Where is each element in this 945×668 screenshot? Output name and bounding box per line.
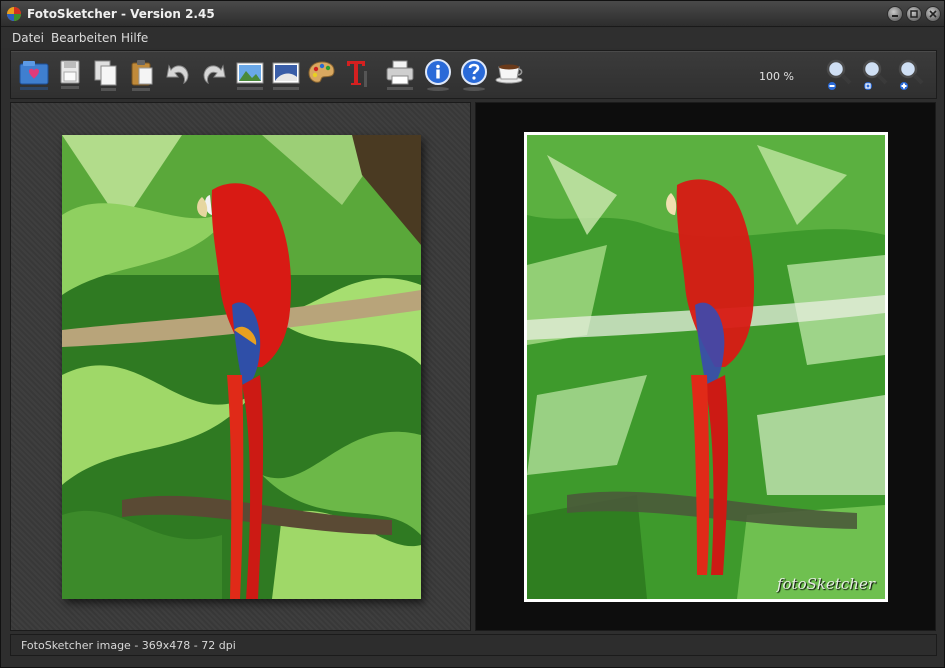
sketch-image-panel[interactable]: fotoSketcher <box>475 102 936 631</box>
undo-icon <box>166 64 189 84</box>
menu-bar: Datei Bearbeiten Hilfe <box>1 28 944 48</box>
save-icon <box>60 60 80 89</box>
maximize-button[interactable] <box>906 6 922 22</box>
sketch-watermark: fotoSketcher <box>776 575 875 593</box>
app-logo-icon <box>6 6 22 22</box>
palette-icon <box>308 61 335 83</box>
zoom-out-button[interactable] <box>823 57 855 93</box>
zoom-level: 100 % <box>759 70 794 83</box>
help-icon <box>461 59 487 91</box>
open-image-icon <box>19 61 49 90</box>
paste-icon <box>131 60 153 91</box>
menu-datei[interactable]: Datei <box>12 31 44 45</box>
zoom-out-icon <box>826 59 852 90</box>
redo-button[interactable] <box>198 57 230 93</box>
donate-button[interactable] <box>494 57 526 93</box>
minimize-button[interactable] <box>887 6 903 22</box>
menu-hilfe[interactable]: Hilfe <box>121 31 148 45</box>
sketch-image-button[interactable] <box>270 57 302 93</box>
close-button[interactable] <box>925 6 941 22</box>
text-tool-icon <box>347 61 367 87</box>
toolbar: 100 % <box>10 50 937 99</box>
status-text: FotoSketcher image - 369x478 - 72 dpi <box>21 639 236 652</box>
copy-button[interactable] <box>90 57 122 93</box>
sketch-photo-frame: fotoSketcher <box>524 132 888 602</box>
original-image-button[interactable] <box>234 57 266 93</box>
redo-icon <box>203 64 226 84</box>
painted-parrot-image <box>527 135 885 599</box>
original-image-panel[interactable] <box>10 102 471 631</box>
undo-button[interactable] <box>162 57 194 93</box>
parrot-photo-image <box>62 135 421 599</box>
zoom-in-button[interactable] <box>895 57 927 93</box>
open-image-button[interactable] <box>18 57 50 93</box>
print-button[interactable] <box>384 57 416 93</box>
paste-button[interactable] <box>126 57 158 93</box>
status-bar: FotoSketcher image - 369x478 - 72 dpi <box>10 634 937 656</box>
title-bar[interactable]: FotoSketcher - Version 2.45 <box>1 1 944 27</box>
window-title: FotoSketcher - Version 2.45 <box>27 7 215 21</box>
zoom-fit-icon <box>862 59 888 90</box>
add-text-button[interactable] <box>342 57 374 93</box>
landscape-photo-icon <box>236 62 264 90</box>
printer-icon <box>386 60 414 90</box>
info-icon <box>425 59 451 91</box>
coffee-cup-icon <box>495 64 523 84</box>
menu-bearbeiten[interactable]: Bearbeiten <box>51 31 117 45</box>
drawing-parameters-button[interactable] <box>306 57 338 93</box>
original-photo[interactable] <box>62 135 421 599</box>
zoom-in-icon <box>898 59 924 90</box>
copy-icon <box>94 60 117 91</box>
sketch-photo[interactable]: fotoSketcher <box>527 135 885 599</box>
app-window: FotoSketcher - Version 2.45 Datei Bearbe… <box>0 0 945 668</box>
sketch-photo-icon <box>272 62 300 90</box>
save-button[interactable] <box>54 57 86 93</box>
help-button[interactable] <box>458 57 490 93</box>
zoom-fit-button[interactable] <box>859 57 891 93</box>
info-button[interactable] <box>422 57 454 93</box>
